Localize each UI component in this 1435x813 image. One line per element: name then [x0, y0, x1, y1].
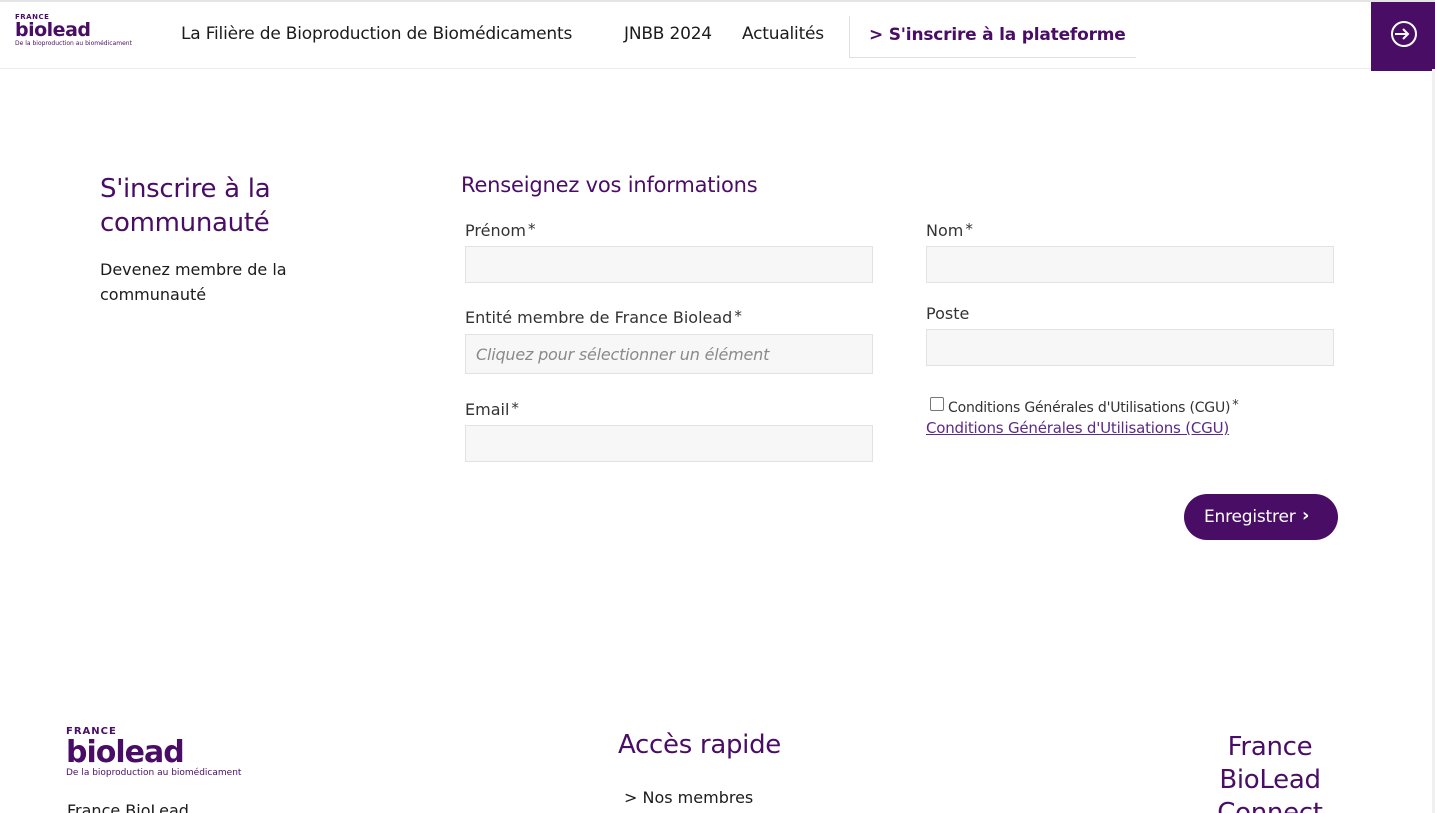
cgu-checkbox[interactable]: [930, 397, 944, 411]
poste-label: Poste: [926, 304, 969, 323]
required-mark: *: [734, 307, 742, 325]
required-mark: *: [527, 220, 536, 238]
footer-logo[interactable]: FRANCE biolead De la bioproduction au bi…: [66, 726, 286, 779]
login-button[interactable]: [1371, 2, 1435, 71]
nom-input[interactable]: [926, 246, 1334, 283]
nav-cta-label: > S'inscrire à la plateforme: [869, 25, 1126, 45]
logo-tagline: De la bioproduction au biomédicament: [15, 40, 132, 47]
header-logo[interactable]: FRANCE biolead De la bioproduction au bi…: [15, 13, 160, 48]
email-input[interactable]: [465, 425, 873, 462]
poste-input[interactable]: [926, 329, 1334, 366]
entite-label-text: Entité membre de France Biolead: [465, 308, 733, 327]
footer-link-membres[interactable]: > Nos membres: [624, 788, 753, 807]
footer-org-name: France BioLead: [67, 801, 189, 813]
prenom-label: Prénom *: [465, 220, 535, 240]
chevron-right-icon: ›: [1302, 505, 1310, 526]
required-mark: *: [511, 399, 519, 417]
form-title: Renseignez vos informations: [461, 173, 758, 197]
nav-item-jnbb[interactable]: JNBB 2024: [624, 24, 712, 44]
cgu-checkbox-label-text: Conditions Générales d'Utilisations (CGU…: [948, 400, 1231, 416]
nav-item-actualites[interactable]: Actualités: [742, 24, 824, 44]
cgu-link[interactable]: Conditions Générales d'Utilisations (CGU…: [926, 419, 1229, 437]
nom-label-text: Nom: [926, 221, 964, 240]
poste-label-text: Poste: [926, 304, 970, 323]
prenom-input[interactable]: [465, 246, 873, 283]
footer-logo-name-text: biolead: [66, 735, 185, 770]
entite-label: Entité membre de France Biolead *: [465, 307, 742, 327]
site-header: FRANCE biolead De la bioproduction au bi…: [0, 0, 1435, 71]
email-label: Email *: [465, 399, 519, 419]
intro-text: Devenez membre de la communauté: [100, 260, 287, 304]
page-title: S'inscrire à la communauté: [100, 174, 271, 238]
nom-label: Nom *: [926, 220, 973, 240]
footer-quick-access-title: Accès rapide: [618, 730, 781, 760]
footer-connect-title: France BioLead Connect: [1217, 732, 1323, 813]
login-arrow-icon: [1391, 21, 1417, 47]
nav-item-filiere[interactable]: La Filière de Bioproduction de Biomédica…: [181, 24, 572, 44]
logo-name-text: biolead: [15, 19, 91, 41]
cgu-checkbox-label: Conditions Générales d'Utilisations (CGU…: [948, 398, 1239, 416]
entite-select-placeholder: Cliquez pour sélectionner un élément: [476, 345, 770, 364]
entite-select[interactable]: Cliquez pour sélectionner un élément: [465, 334, 873, 374]
email-label-text: Email: [465, 400, 510, 419]
nav-cta-inscrire[interactable]: > S'inscrire à la plateforme: [849, 16, 1136, 58]
footer-logo-tagline: De la bioproduction au biomédicament: [66, 768, 242, 778]
submit-button[interactable]: Enregistrer ›: [1184, 494, 1338, 540]
prenom-label-text: Prénom: [465, 221, 526, 240]
required-mark: *: [965, 220, 973, 238]
required-mark: *: [1232, 398, 1239, 413]
submit-label: Enregistrer: [1204, 507, 1296, 527]
